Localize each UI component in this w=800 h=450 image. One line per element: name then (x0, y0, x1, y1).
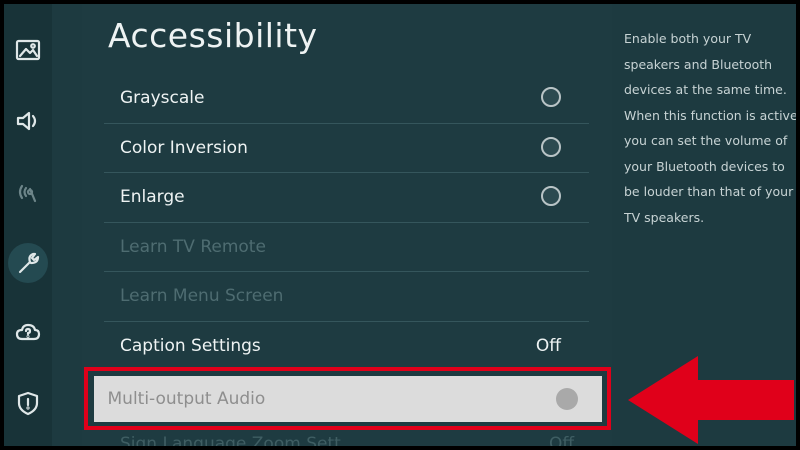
page-title: Accessibility (108, 16, 318, 55)
menu-item-value: Off (549, 434, 575, 450)
broadcast-icon (18, 184, 37, 203)
shield-icon (17, 391, 39, 416)
tv-screen: Accessibility Grayscale Color Inversion … (0, 0, 800, 450)
sound-settings-button[interactable] (8, 101, 48, 141)
support-button[interactable] (8, 313, 48, 353)
sound-icon (16, 111, 37, 131)
menu-item-value: Off (535, 335, 561, 356)
menu-item-learn-menu-screen: Learn Menu Screen (104, 272, 589, 322)
accessibility-menu: Grayscale Color Inversion Enlarge Learn … (104, 74, 589, 371)
menu-item-label: Multi-output Audio (107, 388, 266, 409)
highlight-box: Multi-output Audio (84, 367, 611, 430)
menu-item-sign-language-zoom[interactable]: Sign Language Zoom Sett (120, 434, 341, 446)
privacy-button[interactable] (8, 383, 48, 423)
general-settings-button[interactable] (8, 243, 48, 283)
broadcast-settings-button[interactable] (8, 172, 48, 212)
picture-icon (15, 39, 41, 61)
menu-item-label: Learn TV Remote (120, 236, 266, 257)
support-icon (15, 323, 41, 341)
menu-item-grayscale[interactable]: Grayscale (104, 74, 589, 124)
menu-item-caption-settings[interactable]: Caption Settings Off (104, 322, 589, 371)
red-arrow-icon (628, 356, 794, 444)
menu-item-label: Color Inversion (120, 137, 248, 158)
toggle-radio[interactable] (555, 387, 578, 410)
menu-item-label: Learn Menu Screen (120, 286, 284, 306)
settings-sidebar (4, 4, 52, 446)
toggle-radio[interactable] (541, 136, 561, 157)
menu-item-enlarge[interactable]: Enlarge (104, 173, 589, 223)
help-description: Enable both your TV speakers and Bluetoo… (624, 31, 798, 225)
toggle-radio[interactable] (541, 186, 561, 206)
picture-settings-button[interactable] (8, 30, 48, 70)
menu-item-learn-tv-remote: Learn TV Remote (104, 223, 589, 272)
menu-item-label: Grayscale (120, 88, 205, 108)
menu-item-label: Enlarge (120, 187, 185, 207)
menu-item-multi-output-audio[interactable]: Multi-output Audio (93, 375, 602, 422)
wrench-icon (18, 252, 40, 274)
toggle-radio[interactable] (541, 87, 561, 107)
menu-item-label: Caption Settings (120, 335, 261, 356)
menu-item-color-inversion[interactable]: Color Inversion (104, 124, 589, 173)
